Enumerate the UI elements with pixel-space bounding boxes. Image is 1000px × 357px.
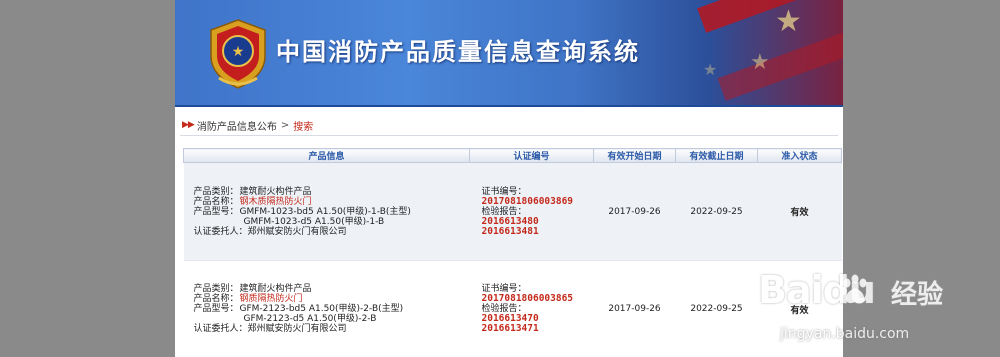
star-icon: ★ [775, 4, 802, 39]
site-banner: ★ ★ ★ ★ 中国消防产品质量信息查询系统 [175, 0, 843, 107]
table-header-row: 产品信息 认证编号 有效开始日期 有效截止日期 准入状态 [183, 148, 842, 163]
end-date: 2022-09-25 [675, 260, 758, 357]
end-date: 2022-09-25 [675, 162, 758, 261]
breadcrumb-separator: > [280, 119, 290, 131]
product-name-link[interactable]: 钢质隔热防火门 [240, 294, 303, 304]
product-name-link[interactable]: 钢木质隔热防火门 [240, 197, 312, 207]
label-model: 产品型号： [193, 304, 239, 314]
column-header-product-info: 产品信息 [183, 148, 470, 163]
label-category: 产品类别： [193, 284, 239, 294]
cert-cell: 证书编号： 2017081806003865 检验报告： 2016613470 … [469, 260, 594, 357]
star-icon: ★ [750, 50, 770, 75]
certification-client: 郑州赋安防火门有限公司 [247, 324, 347, 334]
results-table: 产品信息 认证编号 有效开始日期 有效截止日期 准入状态 产品类别：建筑耐火构件… [183, 148, 842, 357]
product-model-main: GFM-2123-bd5 A1.50(甲级)-2-B(主型) [239, 304, 404, 314]
column-header-end-date: 有效截止日期 [675, 148, 758, 163]
product-model-secondary: GFM-2123-d5 A1.50(甲级)-2-B [243, 314, 377, 324]
flag-stripe [697, 0, 843, 33]
product-model-secondary: GMFM-1023-d5 A1.50(甲级)-1-B [243, 216, 385, 227]
label-name: 产品名称： [193, 294, 239, 304]
report-number-link[interactable]: 2016613481 [482, 226, 539, 237]
cert-cell: 证书编号： 2017081806003869 检验报告： 2016613480 … [469, 162, 594, 261]
column-header-status: 准入状态 [757, 148, 842, 163]
police-emblem-icon: ★ [210, 19, 266, 89]
status-badge: 有效 [757, 162, 842, 261]
banner-divider [175, 105, 843, 107]
report-number-link[interactable]: 2016613471 [482, 323, 539, 334]
label-category: 产品类别： [193, 186, 239, 197]
certification-client: 郑州赋安防火门有限公司 [247, 226, 347, 237]
cert-number-link[interactable]: 2017081806003865 [482, 293, 574, 304]
watermark-cn-text: 经验 [891, 280, 944, 310]
page-container: ★ ★ ★ ★ 中国消防产品质量信息查询系统 ▶▶ 消防产品信息公布 > 搜索 … [175, 0, 843, 357]
label-name: 产品名称： [193, 196, 239, 207]
label-client: 认证委托人： [193, 226, 248, 237]
breadcrumb-link-info[interactable]: 消防产品信息公布 [197, 118, 277, 133]
column-header-cert-number: 认证编号 [469, 148, 594, 163]
start-date: 2017-09-26 [593, 260, 676, 357]
product-info-cell: 产品类别：建筑耐火构件产品 产品名称：钢木质隔热防火门 产品型号：GMFM-10… [183, 162, 470, 261]
product-model-main: GMFM-1023-bd5 A1.50(甲级)-1-B(主型) [239, 206, 411, 217]
label-model: 产品型号： [193, 206, 239, 217]
svg-text:★: ★ [232, 44, 245, 60]
system-title: 中国消防产品质量信息查询系统 [276, 38, 640, 66]
column-header-start-date: 有效开始日期 [593, 148, 676, 163]
table-row: 产品类别：建筑耐火构件产品 产品名称：钢质隔热防火门 产品型号：GFM-2123… [183, 260, 842, 357]
product-category: 建筑耐火构件产品 [239, 284, 312, 294]
baidu-jingyan-watermark: Baidu 经验 jingyan.baidu.com [758, 268, 1000, 357]
product-category: 建筑耐火构件产品 [239, 186, 312, 197]
breadcrumb: ▶▶ 消防产品信息公布 > 搜索 [180, 115, 838, 136]
table-row: 产品类别：建筑耐火构件产品 产品名称：钢木质隔热防火门 产品型号：GMFM-10… [183, 162, 842, 261]
watermark-url: jingyan.baidu.com [780, 326, 910, 342]
product-info-cell: 产品类别：建筑耐火构件产品 产品名称：钢质隔热防火门 产品型号：GFM-2123… [183, 260, 470, 357]
label-client: 认证委托人： [193, 324, 248, 334]
paw-icon [841, 274, 867, 304]
star-icon: ★ [703, 60, 718, 79]
double-arrow-icon: ▶▶ [182, 120, 195, 130]
start-date: 2017-09-26 [593, 162, 676, 261]
cert-number-link[interactable]: 2017081806003869 [482, 196, 574, 207]
breadcrumb-current: 搜索 [293, 121, 314, 133]
